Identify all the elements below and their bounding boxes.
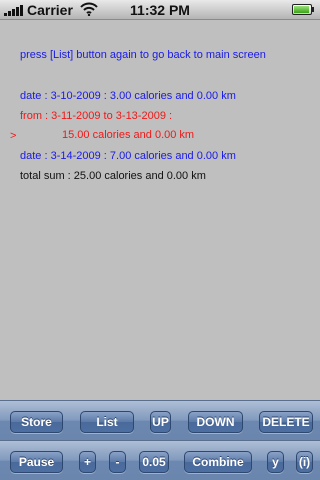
selection-marker: > xyxy=(10,130,17,142)
instruction-text: press [List] button again to go back to … xyxy=(20,49,266,61)
log-entry-selected[interactable]: from : 3-11-2009 to 3-13-2009 : xyxy=(20,110,172,122)
combine-button[interactable]: Combine xyxy=(184,451,252,473)
toolbar-top: Store List UP DOWN DELETE xyxy=(0,400,320,440)
minus-button[interactable]: - xyxy=(109,451,126,473)
delete-button[interactable]: DELETE xyxy=(259,411,313,433)
toolbar-bottom: Pause + - 0.05 Combine y (i) xyxy=(0,440,320,480)
step-value-button[interactable]: 0.05 xyxy=(139,451,169,473)
y-button[interactable]: y xyxy=(267,451,284,473)
log-entry[interactable]: date : 3-14-2009 : 7.00 calories and 0.0… xyxy=(20,150,236,162)
log-view: press [List] button again to go back to … xyxy=(0,20,320,398)
status-bar: Carrier 11:32 PM xyxy=(0,0,320,20)
store-button[interactable]: Store xyxy=(10,411,63,433)
log-entry-selected-detail[interactable]: 15.00 calories and 0.00 km xyxy=(62,129,194,141)
info-button[interactable]: (i) xyxy=(296,451,313,473)
log-entry[interactable]: date : 3-10-2009 : 3.00 calories and 0.0… xyxy=(20,90,236,102)
total-sum-text: total sum : 25.00 calories and 0.00 km xyxy=(20,170,206,182)
up-button[interactable]: UP xyxy=(150,411,171,433)
clock: 11:32 PM xyxy=(130,2,190,18)
pause-button[interactable]: Pause xyxy=(10,451,63,473)
plus-button[interactable]: + xyxy=(79,451,96,473)
down-button[interactable]: DOWN xyxy=(188,411,243,433)
list-button[interactable]: List xyxy=(80,411,134,433)
battery-icon xyxy=(292,4,316,16)
